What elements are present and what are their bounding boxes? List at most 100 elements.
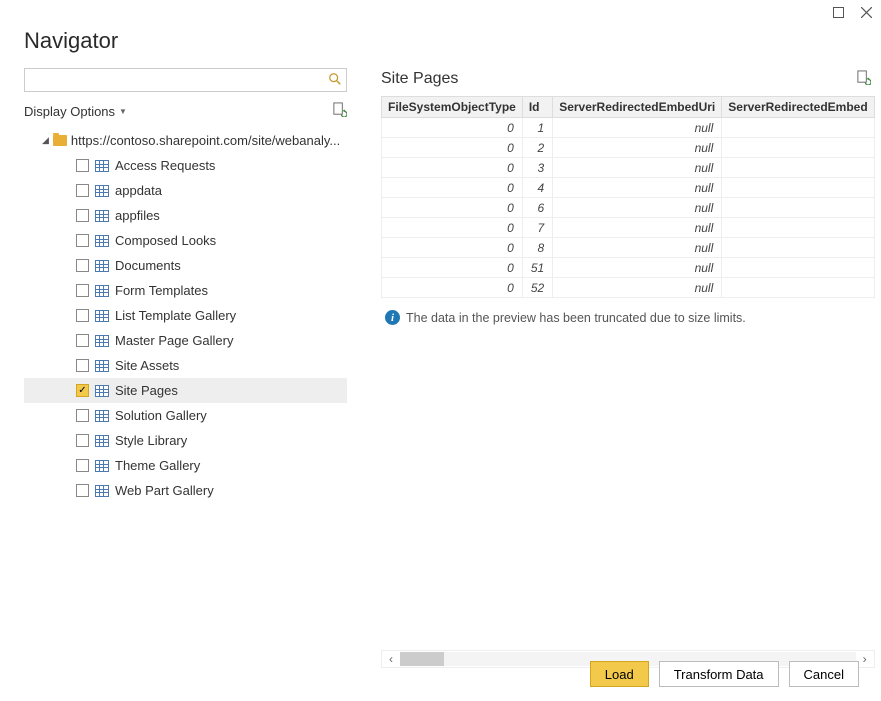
table-icon: [95, 335, 109, 347]
table-cell: 52: [522, 278, 552, 298]
table-icon: [95, 310, 109, 322]
table-cell: null: [553, 198, 722, 218]
checkbox[interactable]: [76, 484, 89, 497]
tree-item[interactable]: Documents: [24, 253, 347, 278]
tree-item[interactable]: Solution Gallery: [24, 403, 347, 428]
table-cell: null: [553, 138, 722, 158]
table-row[interactable]: 04null: [382, 178, 875, 198]
scroll-thumb[interactable]: [400, 652, 444, 666]
window-maximize-icon[interactable]: [831, 5, 845, 19]
chevron-down-icon: ▼: [119, 107, 127, 116]
tree-item-label: Documents: [115, 258, 181, 273]
column-header[interactable]: ServerRedirectedEmbedUri: [553, 97, 722, 118]
tree-item[interactable]: Composed Looks: [24, 228, 347, 253]
table-cell: 0: [382, 218, 523, 238]
table-row[interactable]: 02null: [382, 138, 875, 158]
table-icon: [95, 460, 109, 472]
tree-item[interactable]: Site Pages: [24, 378, 347, 403]
tree-item-label: Style Library: [115, 433, 187, 448]
table-row[interactable]: 07null: [382, 218, 875, 238]
table-cell: 0: [382, 198, 523, 218]
table-row[interactable]: 03null: [382, 158, 875, 178]
checkbox[interactable]: [76, 409, 89, 422]
table-row[interactable]: 08null: [382, 238, 875, 258]
table-cell: null: [553, 118, 722, 138]
table-cell: [722, 278, 874, 298]
checkbox[interactable]: [76, 209, 89, 222]
table-cell: null: [553, 238, 722, 258]
tree-item[interactable]: appdata: [24, 178, 347, 203]
tree-item[interactable]: Form Templates: [24, 278, 347, 303]
table-row[interactable]: 06null: [382, 198, 875, 218]
checkbox[interactable]: [76, 459, 89, 472]
table-cell: [722, 258, 874, 278]
checkbox[interactable]: [76, 159, 89, 172]
table-cell: 0: [382, 178, 523, 198]
table-cell: null: [553, 278, 722, 298]
tree-item-label: Site Pages: [115, 383, 178, 398]
table-cell: 51: [522, 258, 552, 278]
tree-item[interactable]: Web Part Gallery: [24, 478, 347, 503]
table-cell: 0: [382, 258, 523, 278]
load-button[interactable]: Load: [590, 661, 649, 687]
table-cell: 0: [382, 138, 523, 158]
display-options-label: Display Options: [24, 104, 115, 119]
checkbox[interactable]: [76, 434, 89, 447]
tree-item-label: Theme Gallery: [115, 458, 200, 473]
column-header[interactable]: FileSystemObjectType: [382, 97, 523, 118]
preview-table: FileSystemObjectTypeIdServerRedirectedEm…: [381, 96, 875, 298]
navigator-tree: ◢ https://contoso.sharepoint.com/site/we…: [24, 128, 347, 503]
table-row[interactable]: 052null: [382, 278, 875, 298]
tree-item-label: appfiles: [115, 208, 160, 223]
checkbox[interactable]: [76, 259, 89, 272]
table-icon: [95, 260, 109, 272]
table-cell: 2: [522, 138, 552, 158]
checkbox[interactable]: [76, 234, 89, 247]
info-icon: i: [385, 310, 400, 325]
table-row[interactable]: 01null: [382, 118, 875, 138]
tree-item-label: appdata: [115, 183, 162, 198]
preview-pane: Site Pages FileSystemObjectTypeIdServerR…: [359, 68, 875, 668]
table-row[interactable]: 051null: [382, 258, 875, 278]
tree-item-label: Master Page Gallery: [115, 333, 234, 348]
tree-item[interactable]: Access Requests: [24, 153, 347, 178]
table-icon: [95, 185, 109, 197]
expand-collapse-icon[interactable]: ◢: [42, 135, 49, 146]
tree-item[interactable]: Style Library: [24, 428, 347, 453]
tree-item[interactable]: List Template Gallery: [24, 303, 347, 328]
tree-item[interactable]: appfiles: [24, 203, 347, 228]
tree-root-node[interactable]: ◢ https://contoso.sharepoint.com/site/we…: [24, 128, 347, 153]
tree-refresh-icon[interactable]: [332, 102, 347, 120]
table-icon: [95, 360, 109, 372]
table-cell: 4: [522, 178, 552, 198]
display-options-dropdown[interactable]: Display Options ▼: [24, 104, 127, 119]
tree-item-label: List Template Gallery: [115, 308, 236, 323]
scroll-left-arrow[interactable]: ‹: [382, 652, 400, 666]
window-titlebar: [0, 0, 881, 24]
tree-item[interactable]: Theme Gallery: [24, 453, 347, 478]
table-cell: [722, 238, 874, 258]
table-cell: [722, 158, 874, 178]
checkbox[interactable]: [76, 184, 89, 197]
checkbox[interactable]: [76, 359, 89, 372]
table-cell: 1: [522, 118, 552, 138]
checkbox[interactable]: [76, 284, 89, 297]
table-icon: [95, 160, 109, 172]
table-cell: [722, 198, 874, 218]
checkbox[interactable]: [76, 334, 89, 347]
tree-item[interactable]: Site Assets: [24, 353, 347, 378]
tree-item[interactable]: Master Page Gallery: [24, 328, 347, 353]
cancel-button[interactable]: Cancel: [789, 661, 859, 687]
search-input[interactable]: [24, 68, 347, 92]
column-header[interactable]: Id: [522, 97, 552, 118]
column-header[interactable]: ServerRedirectedEmbed: [722, 97, 874, 118]
transform-data-button[interactable]: Transform Data: [659, 661, 779, 687]
table-cell: null: [553, 218, 722, 238]
dialog-header: Navigator: [0, 24, 881, 68]
window-close-icon[interactable]: [859, 5, 873, 19]
preview-refresh-icon[interactable]: [856, 70, 871, 88]
checkbox[interactable]: [76, 309, 89, 322]
table-cell: 3: [522, 158, 552, 178]
checkbox[interactable]: [76, 384, 89, 397]
table-cell: [722, 178, 874, 198]
